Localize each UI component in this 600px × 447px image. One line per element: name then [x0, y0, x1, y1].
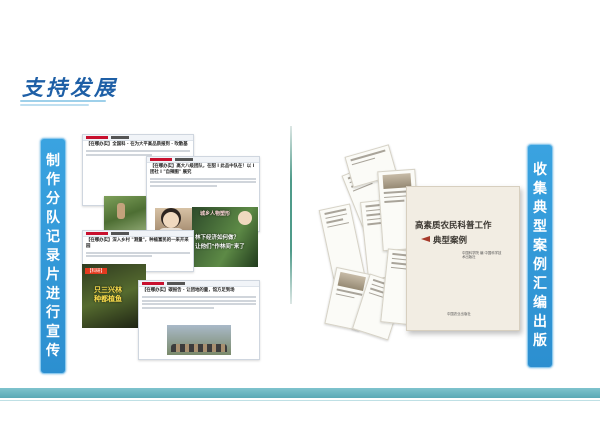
news-clipping-4: 【在哪办实】碳报告 · 让团地的量，馆方足到场: [138, 280, 260, 360]
video-title-line-1: 只三兴林: [94, 286, 122, 294]
book-page: [351, 273, 407, 341]
book-page: [324, 266, 372, 332]
book-publisher: 中国农业出版社: [447, 312, 471, 316]
news-headline-2: 【在哪办实】高大八级团队，在甜 l 此品中队在！以 l 团社 l "自辣图" 展…: [150, 164, 255, 175]
left-banner-char: 录: [46, 247, 60, 264]
left-banner-char: 片: [46, 266, 60, 283]
news-headline-4: 【在哪办实】碳报告 · 让团地的量，馆方足到场: [142, 288, 235, 293]
right-banner-char: 例: [533, 257, 547, 273]
documentary-promotion-banner: 制作分队记录片进行宣传: [40, 138, 66, 374]
book-page: [360, 198, 404, 280]
left-banner-char: 队: [46, 209, 60, 226]
forest-economy-video-thumbnail: 城乡人物塑形 林下经济如何做？ 让他们"作林间"来了: [192, 207, 258, 267]
left-banner-char: 制: [46, 152, 60, 169]
news-headline-3: 【在哪办实】深入乡村 "测量"，种植富民的一来开采园: [86, 238, 189, 249]
left-banner-char: 传: [46, 342, 60, 359]
right-banner-char: 版: [533, 333, 547, 349]
right-banner-char: 集: [533, 181, 547, 197]
left-banner-char: 记: [46, 228, 60, 245]
video-overlay-line-2: 让他们"作林间"来了: [195, 244, 245, 250]
video-overlay-line-1: 林下经济如何做？: [195, 235, 240, 241]
left-banner-char: 行: [46, 304, 60, 321]
group-photo: [167, 325, 231, 355]
left-banner-char: 作: [46, 171, 60, 188]
news-headline-1: 【在哪办实】全国科 · 在为大平高品质报到 · 吹散基: [86, 142, 188, 147]
book-page: [318, 203, 366, 283]
right-banner-char: 收: [533, 162, 547, 178]
news-clippings-collage: 【在哪办实】全国科 · 在为大平高品质报到 · 吹散基 【在哪办实】高大八级团队…: [82, 134, 260, 360]
right-banner-char: 汇: [533, 276, 547, 292]
case-collection-banner: 收集典型案例汇编出版: [527, 144, 553, 368]
book-subtitle: 典型案例: [433, 236, 468, 246]
title-underline-decoration: [20, 100, 106, 109]
book-title: 高素质农民科普工作: [415, 221, 492, 231]
footer-band: [0, 388, 600, 398]
subtitle-mark-icon: [421, 236, 430, 242]
video-tag: 【科研】: [85, 268, 107, 274]
right-banner-char: 型: [533, 219, 547, 235]
right-banner-char: 典: [533, 200, 547, 216]
page-title: 支持发展: [22, 75, 118, 100]
footer-band-line: [0, 400, 600, 401]
video-title-line-2: 种都植鱼: [94, 295, 122, 303]
right-banner-char: 出: [533, 314, 547, 330]
section-divider: [290, 126, 292, 304]
book-page: [341, 160, 403, 236]
book-author: 中国科学院 编 中国科学技术出版社: [462, 251, 502, 260]
orchard-photo: [104, 196, 146, 230]
right-banner-char: 案: [533, 238, 547, 254]
left-banner-char: 宣: [46, 323, 60, 340]
right-banner-char: 编: [533, 295, 547, 311]
left-banner-char: 进: [46, 285, 60, 302]
left-banner-char: 分: [46, 190, 60, 207]
video-overlay-caption: 城乡人物塑形: [200, 211, 231, 217]
documentary-video-thumbnail: 【科研】 只三兴林 种都植鱼: [82, 264, 146, 328]
case-collection-book-cover: 高素质农民科普工作 典型案例 中国科学院 编 中国科学技术出版社 中国农业出版社: [406, 186, 520, 331]
book-page: [344, 144, 398, 188]
